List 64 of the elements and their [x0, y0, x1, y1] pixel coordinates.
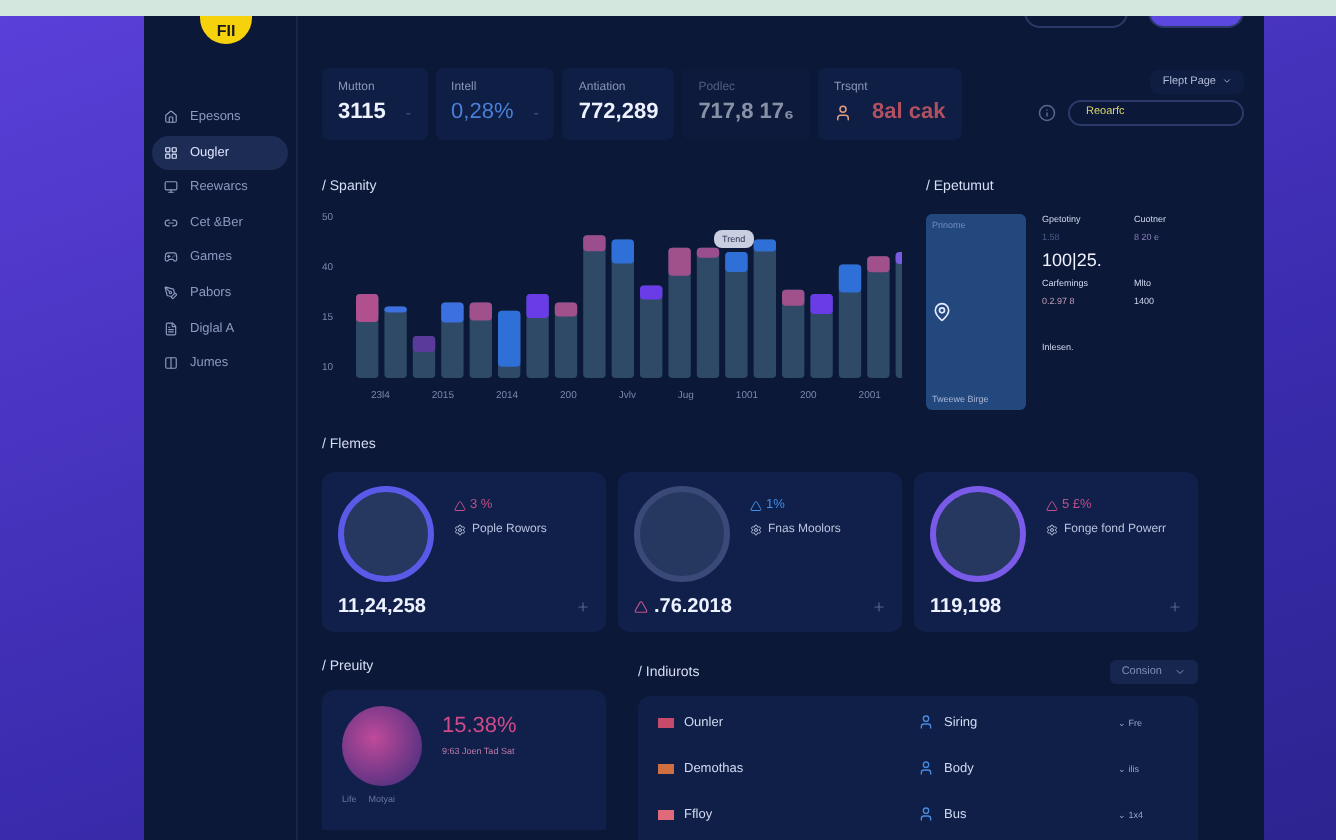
chart-bar — [498, 310, 521, 378]
chart-bar — [583, 234, 606, 378]
person-icon — [918, 806, 934, 822]
chart-bar — [526, 293, 549, 378]
metric-value: 11,24,258 — [338, 596, 426, 618]
add-icon[interactable] — [576, 600, 590, 614]
chart-bar — [356, 293, 379, 378]
stat-trend: - — [533, 103, 539, 122]
map-pin-icon — [932, 301, 952, 322]
logo: FII — [200, 16, 252, 44]
chart-bar — [725, 251, 748, 378]
profile-percent: 15.38% — [442, 714, 517, 738]
stat-value: 772,289 — [578, 100, 659, 125]
chart-bar — [838, 264, 862, 378]
chevron-down-icon — [1174, 666, 1186, 678]
header-button[interactable] — [1024, 16, 1128, 28]
add-icon[interactable] — [1168, 600, 1182, 614]
chart-bar — [867, 255, 890, 378]
avatar — [342, 706, 422, 786]
chevron-down-icon — [1222, 76, 1232, 87]
nav-icon — [164, 285, 178, 300]
nav-icon — [164, 321, 178, 336]
nav-icon — [164, 180, 178, 195]
chart-bar — [469, 301, 492, 378]
chart-bar — [782, 289, 805, 378]
illustration-placeholder — [634, 486, 730, 582]
chart-bar — [810, 293, 833, 378]
triangle-icon — [1046, 499, 1058, 511]
chart-bar — [696, 247, 720, 378]
chart-bar — [441, 301, 464, 378]
chart-bar — [640, 285, 663, 378]
stat-value: 717,8 17₆ — [698, 100, 795, 125]
nav-icon — [164, 145, 178, 160]
stat-trend: - — [405, 103, 412, 122]
gear-icon — [1046, 524, 1058, 536]
person-icon — [918, 714, 934, 730]
header-button[interactable] — [1148, 16, 1244, 28]
nav-icon — [164, 356, 178, 371]
chart-bar — [753, 238, 776, 378]
triangle-icon — [454, 499, 466, 511]
illustration-placeholder — [338, 486, 434, 582]
chart-bar — [895, 251, 902, 378]
chart-bar — [611, 238, 634, 378]
chart-bar — [384, 306, 407, 378]
chart-bar — [554, 301, 578, 378]
metric-value: 119,198 — [930, 596, 1002, 618]
gear-icon — [750, 524, 762, 536]
nav-icon — [164, 215, 178, 230]
triangle-icon — [750, 499, 762, 511]
stat-value: 3115 — [338, 100, 386, 125]
person-icon — [918, 760, 934, 776]
nav-icon — [164, 250, 178, 265]
chart-bar — [668, 247, 691, 378]
chart-bar — [412, 335, 436, 378]
stat-value: 0,28% — [451, 100, 514, 125]
illustration-placeholder — [930, 486, 1026, 582]
overview-value: 100|25. — [1042, 249, 1104, 270]
avatar-icon — [834, 103, 853, 122]
stat-value: 8al cak — [872, 100, 946, 125]
gear-icon — [454, 524, 466, 536]
add-icon[interactable] — [872, 600, 886, 614]
nav-icon — [164, 110, 178, 124]
metric-value: .76.2018 — [634, 596, 732, 618]
info-icon[interactable] — [1038, 103, 1056, 122]
